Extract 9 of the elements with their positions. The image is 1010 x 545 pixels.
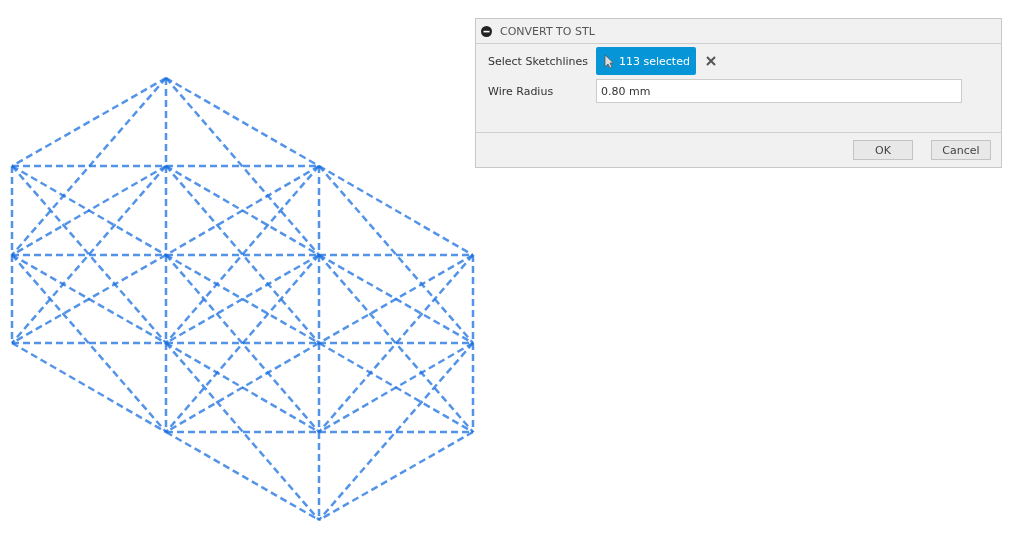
cancel-button[interactable]: Cancel: [931, 140, 991, 160]
wire-radius-input[interactable]: 0.80 mm: [596, 79, 962, 103]
clear-selection-icon[interactable]: [705, 56, 716, 66]
collapse-icon[interactable]: [481, 25, 492, 37]
dialog-title: CONVERT TO STL: [500, 24, 595, 38]
cursor-icon: [604, 53, 614, 69]
ok-button[interactable]: OK: [853, 140, 913, 160]
field-label: Select Sketchlines: [488, 54, 590, 68]
field-label: Wire Radius: [488, 84, 555, 98]
